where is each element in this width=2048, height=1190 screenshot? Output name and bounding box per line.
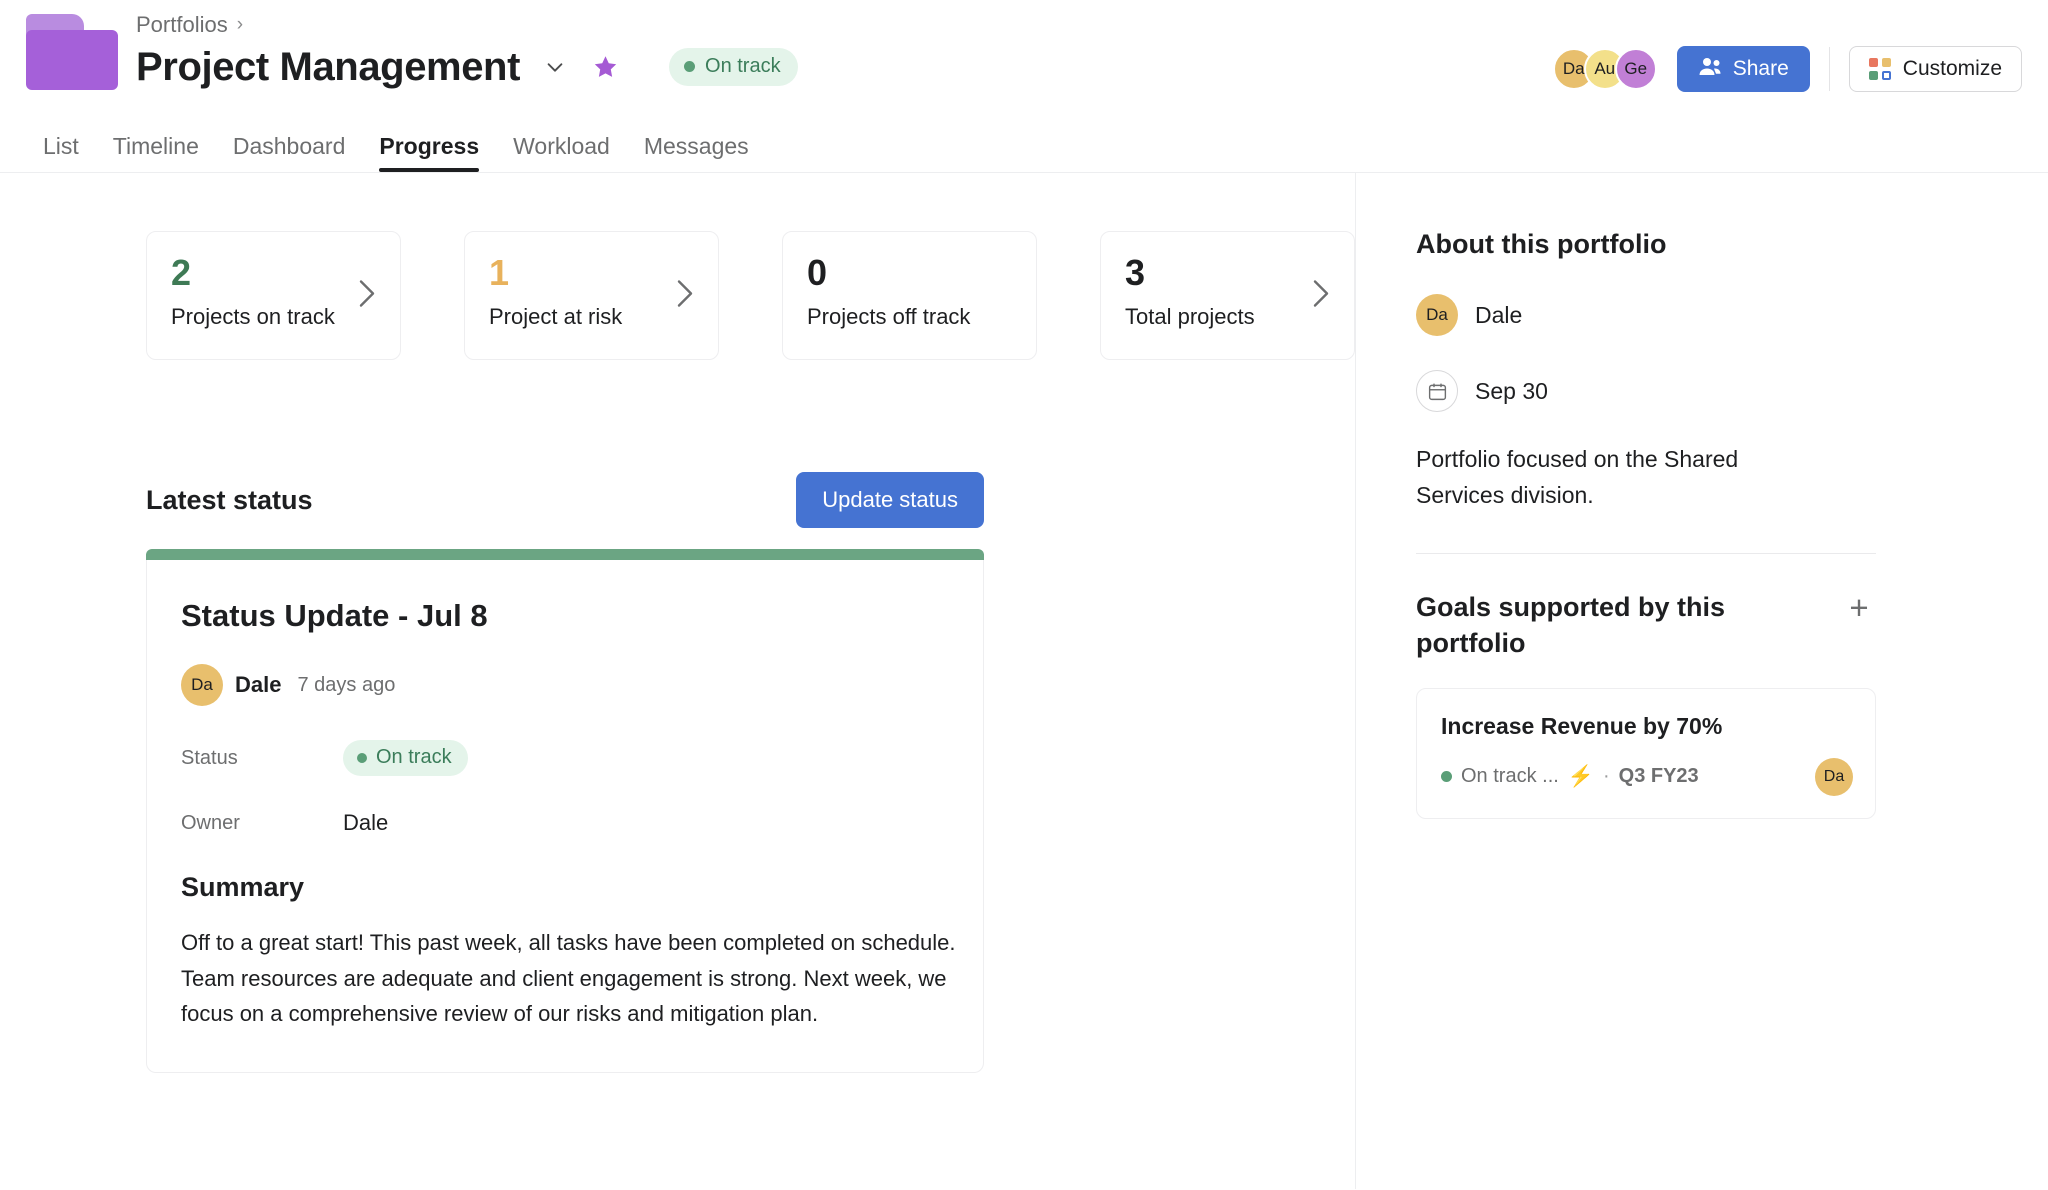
- view-tabs: List Timeline Dashboard Progress Workloa…: [0, 120, 2048, 172]
- stat-card-projects-on-track[interactable]: 2 Projects on track: [146, 231, 401, 360]
- status-badge-label: On track: [376, 746, 452, 768]
- owner-field-row: Owner Dale: [181, 810, 983, 836]
- left-column: 2 Projects on track 1 Project at risk 0 …: [0, 173, 1355, 1189]
- grid-icon: [1868, 58, 1891, 80]
- status-badge: On track: [343, 740, 468, 776]
- summary-heading: Summary: [181, 872, 305, 902]
- goal-name: Increase Revenue by 70%: [1441, 712, 1723, 739]
- chevron-right-icon: [1312, 278, 1330, 313]
- stat-value: 2: [171, 252, 192, 293]
- member-avatars[interactable]: Da Au Ge: [1552, 48, 1657, 90]
- status-field-row: Status On track: [181, 740, 983, 776]
- chevron-right-icon: [676, 278, 694, 313]
- status-update-title: Status Update - Jul 8: [181, 598, 488, 633]
- bolt-icon: ⚡: [1567, 764, 1594, 788]
- page-title: Project Management: [136, 45, 521, 89]
- tab-timeline[interactable]: Timeline: [96, 133, 216, 172]
- customize-button[interactable]: Customize: [1848, 46, 2022, 92]
- avatar[interactable]: Da: [1416, 294, 1458, 336]
- page-header: Portfolios › Project Management On track: [0, 0, 2048, 120]
- avatar[interactable]: Ge: [1614, 48, 1657, 90]
- tab-messages[interactable]: Messages: [627, 133, 766, 172]
- star-icon[interactable]: [588, 50, 622, 84]
- about-owner-name: Dale: [1475, 301, 1523, 328]
- goal-status-label: On track ...: [1461, 765, 1559, 788]
- tab-workload[interactable]: Workload: [496, 133, 627, 172]
- stat-value: 3: [1125, 252, 1146, 293]
- status-dot-icon: [357, 752, 367, 763]
- avatar[interactable]: Da: [1815, 757, 1853, 796]
- goal-card[interactable]: Increase Revenue by 70% On track ... ⚡ ·…: [1416, 687, 1876, 819]
- breadcrumb: Portfolios ›: [136, 10, 798, 40]
- timestamp: 7 days ago: [297, 673, 396, 696]
- chevron-right-icon: [358, 278, 376, 313]
- stat-card-project-at-risk[interactable]: 1 Project at risk: [464, 231, 719, 360]
- stat-label: Projects on track: [171, 303, 335, 329]
- author-name: Dale: [235, 672, 282, 697]
- status-update-card: Status Update - Jul 8 Da Dale 7 days ago…: [146, 549, 984, 1073]
- tab-dashboard[interactable]: Dashboard: [216, 133, 363, 172]
- owner-field-label: Owner: [181, 811, 240, 834]
- avatar[interactable]: Da: [181, 664, 223, 706]
- tab-progress[interactable]: Progress: [362, 133, 496, 172]
- breadcrumb-portfolios-link[interactable]: Portfolios: [136, 12, 228, 38]
- chevron-right-icon: ›: [236, 14, 244, 35]
- status-field-label: Status: [181, 746, 238, 769]
- summary-body: Off to a great start! This past week, al…: [181, 930, 956, 1027]
- update-status-button[interactable]: Update status: [796, 472, 984, 528]
- chevron-down-icon[interactable]: [538, 50, 572, 84]
- customize-button-label: Customize: [1902, 57, 2002, 80]
- status-dot-icon: [684, 61, 696, 72]
- sidebar-divider: [1416, 553, 1876, 555]
- stat-value: 0: [807, 252, 828, 293]
- about-heading: About this portfolio: [1416, 229, 1667, 259]
- about-owner-row: Da Dale: [1416, 294, 2002, 336]
- status-dot-icon: [1441, 771, 1452, 783]
- latest-status-header: Latest status Update status: [146, 472, 984, 528]
- share-button[interactable]: Share: [1676, 46, 1810, 92]
- people-icon: [1698, 56, 1722, 82]
- goals-heading: Goals supported by this portfolio: [1416, 592, 1726, 658]
- header-divider: [1828, 47, 1830, 91]
- stat-card-row: 2 Projects on track 1 Project at risk 0 …: [26, 173, 1355, 360]
- stat-value: 1: [489, 252, 510, 293]
- stat-label: Projects off track: [807, 303, 971, 329]
- stat-card-total-projects[interactable]: 3 Total projects: [1100, 231, 1355, 360]
- status-update-author: Da Dale 7 days ago: [181, 664, 983, 706]
- main-content: 2 Projects on track 1 Project at risk 0 …: [0, 173, 2048, 1189]
- share-button-label: Share: [1732, 57, 1789, 80]
- goals-header: Goals supported by this portfolio +: [1416, 590, 1876, 661]
- add-goal-button[interactable]: +: [1842, 590, 1876, 624]
- about-description: Portfolio focused on the Shared Services…: [1416, 446, 1739, 508]
- portfolio-folder-icon: [26, 14, 118, 90]
- calendar-icon: [1416, 370, 1458, 412]
- stat-card-projects-off-track[interactable]: 0 Projects off track: [782, 231, 1037, 360]
- goal-meta: On track ... ⚡ · Q3 FY23 Da: [1441, 757, 1853, 796]
- portfolio-status-label: On track: [705, 55, 781, 77]
- stat-label: Project at risk: [489, 303, 623, 329]
- tab-list[interactable]: List: [26, 133, 96, 172]
- goal-quarter: Q3 FY23: [1618, 765, 1699, 788]
- about-due-date: Sep 30: [1475, 377, 1548, 404]
- right-sidebar: About this portfolio Da Dale Sep 30 Port…: [1355, 173, 2048, 1189]
- portfolio-status-badge[interactable]: On track: [669, 48, 798, 86]
- about-date-row[interactable]: Sep 30: [1416, 370, 2002, 412]
- goal-meta-separator: ·: [1602, 765, 1610, 788]
- latest-status-heading: Latest status: [146, 484, 313, 515]
- stat-label: Total projects: [1125, 303, 1255, 329]
- owner-field-value: Dale: [343, 810, 389, 835]
